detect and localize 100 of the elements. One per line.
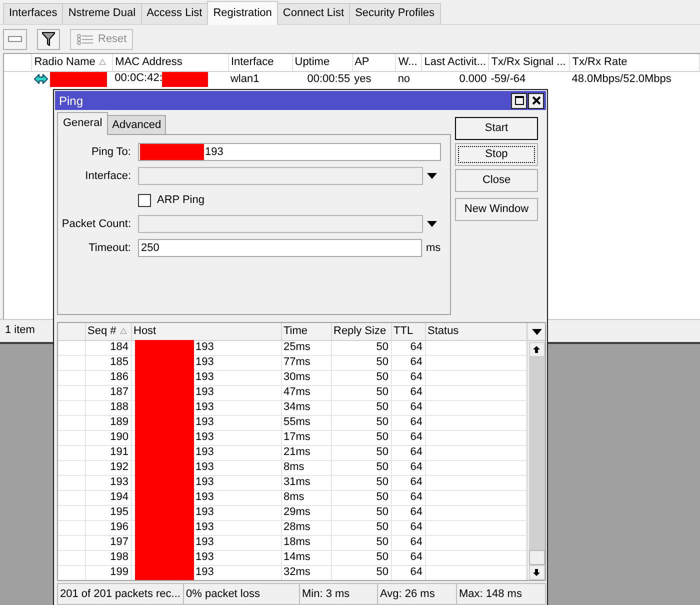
dialog-button[interactable]: New Window <box>455 198 538 221</box>
status-text: Max: 148 ms <box>456 583 546 605</box>
table-cell: 77ms <box>281 355 331 370</box>
table-cell: 64 <box>391 550 425 565</box>
dropdown-arrow-icon[interactable] <box>427 221 437 227</box>
table-cell: 50 <box>331 475 391 490</box>
table-cell: -59/-64 <box>488 71 570 87</box>
cell-text: 193 <box>196 356 214 368</box>
tab[interactable]: Interfaces <box>3 3 64 24</box>
status-text: Min: 3 ms <box>299 583 378 605</box>
text-field[interactable]: 193 <box>138 143 441 161</box>
tab[interactable]: Security Profiles <box>349 3 441 24</box>
table-cell: yes <box>352 71 396 87</box>
column-header[interactable]: Reply Size <box>331 323 391 340</box>
table-cell: 50 <box>331 340 391 355</box>
table-cell: 188 <box>85 400 131 415</box>
table-cell: 21ms <box>281 445 331 460</box>
scrollbar-thumb[interactable] <box>528 550 544 565</box>
close-button[interactable] <box>528 92 544 108</box>
field-label: Packet Count: <box>60 218 131 230</box>
text-field[interactable]: 250 <box>138 239 422 257</box>
table-cell: 185 <box>85 355 131 370</box>
table-cell: 194 <box>85 490 131 505</box>
column-header[interactable]: Last Activit... <box>422 54 489 71</box>
dropdown-arrow-icon[interactable] <box>427 173 437 179</box>
maximize-button[interactable] <box>511 92 527 108</box>
table-cell: 50 <box>331 490 391 505</box>
field-label: Ping To: <box>90 146 131 158</box>
tab[interactable]: Nstreme Dual <box>62 3 142 24</box>
table-cell: 64 <box>391 520 425 535</box>
table-cell: 64 <box>391 490 425 505</box>
dialog-button[interactable]: Close <box>455 169 538 192</box>
table-cell: 193 <box>85 475 131 490</box>
table-cell: 32ms <box>281 565 331 580</box>
filter-button[interactable] <box>37 28 60 50</box>
column-header[interactable]: Time <box>281 323 331 340</box>
column-header[interactable]: Interface <box>228 54 292 71</box>
table-cell: 64 <box>391 445 425 460</box>
table-cell: 196 <box>85 520 131 535</box>
column-header[interactable]: MAC Address <box>112 54 228 71</box>
cell-text: 193 <box>196 461 214 473</box>
table-cell: 190 <box>85 430 131 445</box>
table-cell: 50 <box>331 520 391 535</box>
column-header[interactable]: Radio Name <box>32 54 113 71</box>
dropdown-field[interactable] <box>138 215 423 233</box>
cell-text: 193 <box>196 341 214 353</box>
scroll-down-button[interactable] <box>528 565 544 580</box>
cell-text: 193 <box>196 386 214 398</box>
table-cell: 18ms <box>281 535 331 550</box>
column-header[interactable]: Tx/Rx Signal ... <box>488 54 570 71</box>
checkbox[interactable] <box>138 194 151 206</box>
list-icon <box>77 34 93 44</box>
table-cell: 64 <box>391 535 425 550</box>
status-text: Avg: 26 ms <box>377 583 457 605</box>
table-cell: 50 <box>331 355 391 370</box>
remove-button[interactable] <box>3 28 27 50</box>
tab[interactable]: Advanced <box>107 115 166 134</box>
dropdown-arrow-icon[interactable] <box>532 328 542 334</box>
scroll-up-button[interactable] <box>528 342 544 357</box>
table-cell: 47ms <box>281 385 331 400</box>
table-cell: 64 <box>391 460 425 475</box>
dropdown-field[interactable] <box>138 167 423 185</box>
column-header[interactable]: W... <box>396 54 422 71</box>
table-cell: 192 <box>85 460 131 475</box>
tab[interactable]: General <box>57 112 108 135</box>
cell-text: 193 <box>196 431 214 443</box>
tab[interactable]: Connect List <box>276 3 350 24</box>
tab[interactable]: Registration <box>207 1 278 25</box>
column-header[interactable]: Host <box>131 323 281 340</box>
close-icon <box>532 96 540 105</box>
table-cell: 8ms <box>281 490 331 505</box>
table-cell: 31ms <box>281 475 331 490</box>
table-cell: 50 <box>331 385 391 400</box>
table-cell: 14ms <box>281 550 331 565</box>
field-label: Timeout: <box>88 242 131 254</box>
dialog-button[interactable]: Stop <box>455 143 538 166</box>
column-header[interactable]: AP <box>352 54 396 71</box>
column-header[interactable]: Tx/Rx Rate <box>570 54 700 71</box>
column-header[interactable]: Uptime <box>292 54 352 71</box>
table-cell: 50 <box>331 535 391 550</box>
table-cell: 48.0Mbps/52.0Mbps <box>570 71 700 87</box>
table-cell: 34ms <box>281 400 331 415</box>
up-arrow-icon <box>533 346 540 353</box>
unit-label: ms <box>425 242 441 254</box>
table-cell: 00:00:55 <box>292 71 352 87</box>
column-header[interactable]: Seq # <box>85 323 131 340</box>
column-header[interactable]: TTL <box>391 323 425 340</box>
table-cell: 30ms <box>281 370 331 385</box>
column-header[interactable]: Status <box>425 323 526 340</box>
table-cell: wlan1 <box>228 71 292 87</box>
field-label: Interface: <box>84 170 131 182</box>
table-cell: 28ms <box>281 520 331 535</box>
table-cell: 64 <box>391 430 425 445</box>
table-cell: 50 <box>331 460 391 475</box>
double-arrow-icon <box>34 74 48 84</box>
dialog-button[interactable]: Start <box>455 117 538 140</box>
table-cell: 191 <box>85 445 131 460</box>
status-text: 201 of 201 packets rec... <box>57 583 184 605</box>
table-cell: 29ms <box>281 505 331 520</box>
tab[interactable]: Access List <box>140 3 208 24</box>
